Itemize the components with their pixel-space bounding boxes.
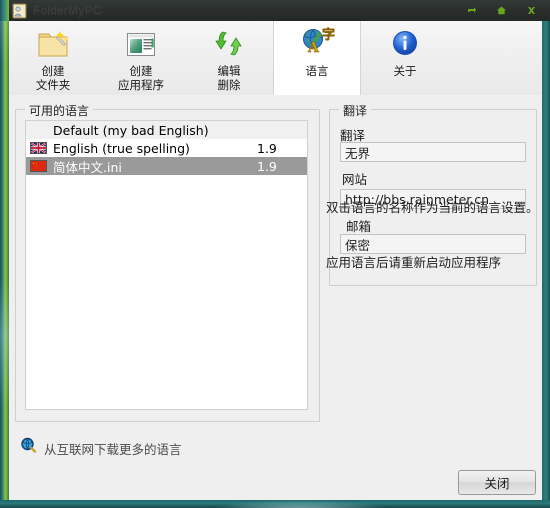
title-bar-accent [0, 0, 9, 21]
download-more-languages-link[interactable]: 从互联网下载更多的语言 [20, 437, 182, 459]
no-flag-icon [30, 124, 50, 137]
title-bar[interactable]: FolderMyPC [0, 0, 550, 21]
window-title: FolderMyPC [33, 3, 102, 17]
svg-text:A: A [307, 40, 320, 56]
translation-group-title: 翻译 [339, 102, 372, 119]
download-link-label: 从互联网下载更多的语言 [44, 441, 182, 457]
list-item[interactable]: English (true spelling) 1.9 [26, 139, 307, 157]
email-field[interactable] [340, 234, 526, 254]
toolbar-item-create-folder[interactable]: 创建 文件夹 [9, 21, 97, 95]
restore-icon[interactable] [465, 4, 478, 17]
toolbar-item-label: 关于 [393, 64, 417, 78]
list-item[interactable]: Default (my bad English) [26, 121, 307, 139]
available-languages-title: 可用的语言 [25, 102, 94, 119]
toolbar-item-create-application[interactable]: 创建 应用程序 [97, 21, 185, 95]
folder-person-icon [12, 3, 27, 19]
globe-language-icon: 字 A [298, 26, 336, 62]
main-toolbar: 创建 文件夹 创建 应用程序 编辑 删除 字 A 语言 关于 [9, 21, 542, 96]
toolbar-item-label: 创建 应用程序 [118, 64, 164, 92]
language-version: 1.9 [257, 158, 277, 174]
window-frame-left [0, 0, 9, 508]
toolbar-item-language[interactable]: 字 A 语言 [273, 21, 361, 95]
email-label: 邮箱 [346, 219, 372, 234]
toolbar-item-label: 语言 [305, 64, 329, 78]
toolbar-item-label: 创建 文件夹 [35, 64, 71, 92]
uk-flag-icon [30, 142, 50, 155]
list-item[interactable]: 简体中文.ini 1.9 [26, 157, 307, 175]
available-languages-group: 可用的语言 Default (my bad English) English (… [15, 102, 320, 422]
window-controls [465, 0, 538, 21]
info-circle-icon [388, 26, 422, 62]
website-label: 网站 [342, 172, 368, 187]
china-flag-icon [30, 160, 50, 173]
close-icon[interactable] [525, 4, 538, 17]
folder-wand-icon [36, 26, 70, 62]
toolbar-item-about[interactable]: 关于 [361, 21, 449, 95]
language-name: 简体中文.ini [53, 159, 122, 175]
application-window: FolderMyPC 创建 文件夹 创建 应用程序 编辑 删除 字 A 语言 关… [0, 0, 550, 508]
magnifier-globe-icon [20, 437, 37, 459]
window-frame-right [542, 0, 550, 508]
translator-field[interactable] [340, 142, 526, 162]
language-name: Default (my bad English) [53, 122, 209, 138]
window-frame-bottom [0, 500, 550, 508]
home-icon[interactable] [495, 4, 508, 17]
double-click-hint: 双击语言的名称作为当前的语言设置。 [326, 200, 539, 215]
language-listbox[interactable]: Default (my bad English) English (true s… [25, 120, 308, 410]
restart-hint: 应用语言后请重新启动应用程序 [326, 255, 502, 270]
toolbar-item-label: 编辑 删除 [217, 64, 241, 92]
close-button[interactable]: 关闭 [458, 470, 536, 495]
application-window-icon [124, 26, 158, 62]
svg-text:字: 字 [322, 27, 335, 43]
language-name: English (true spelling) [53, 140, 190, 156]
green-arrows-icon [212, 26, 246, 62]
language-version: 1.9 [257, 140, 277, 156]
toolbar-item-edit-delete[interactable]: 编辑 删除 [185, 21, 273, 95]
